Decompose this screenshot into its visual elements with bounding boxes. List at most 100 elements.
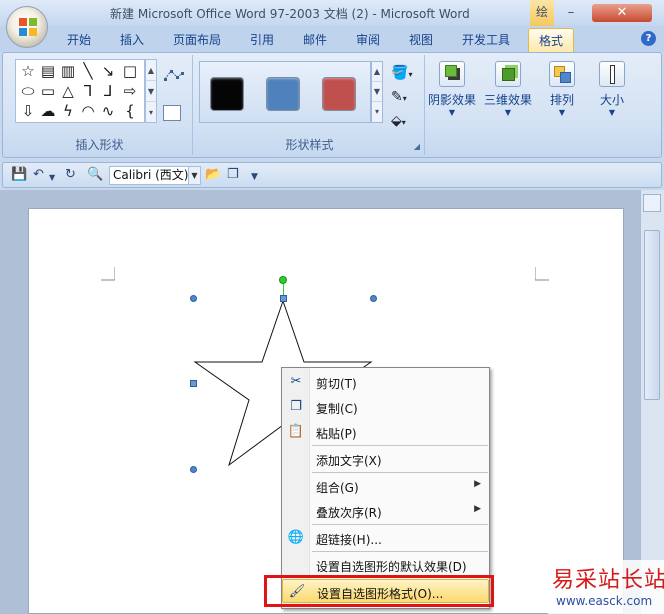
margin-corner-mark	[535, 267, 549, 281]
arrange-button[interactable]: 排列 ▼	[537, 55, 587, 127]
chevron-down-icon[interactable]: ▼	[188, 167, 200, 184]
shapes-gallery: ☆ ▤ ▥ ╲ ↘ □ ⬭ ▭ △ ⅂ ⅃ ⇨ ⇩ ☁ ϟ ◠ ∿ {	[15, 59, 145, 123]
resize-handle[interactable]	[190, 380, 197, 387]
shadow-effects-label: 阴影效果	[427, 93, 476, 107]
ribbon-tab-bar: 开始 插入 页面布局 引用 邮件 审阅 视图 开发工具 格式	[0, 26, 664, 52]
office-button[interactable]	[6, 6, 48, 48]
chevron-down-icon: ▼	[448, 108, 456, 117]
draw-textbox-icon[interactable]	[163, 105, 181, 121]
arrange-all-icon[interactable]: ❐	[227, 167, 239, 183]
style-swatch-black[interactable]	[210, 77, 244, 111]
elbow-connector-shape-icon[interactable]: ⅂	[78, 82, 98, 100]
resize-handle[interactable]	[370, 295, 377, 302]
customize-toolbar-icon[interactable]: ▼	[251, 169, 258, 185]
tab-home[interactable]: 开始	[67, 31, 91, 48]
tab-references[interactable]: 引用	[250, 31, 274, 48]
rotation-handle[interactable]	[279, 276, 287, 284]
triangle-shape-icon[interactable]: △	[58, 82, 78, 100]
window-title: 新建 Microsoft Office Word 97-2003 文档 (2) …	[110, 7, 470, 21]
textbox-shape-icon[interactable]: ▤	[38, 62, 58, 80]
3d-effects-button[interactable]: 三维效果 ▼	[483, 55, 533, 127]
menu-item-copy[interactable]: ❐ 复制(C)	[282, 395, 489, 419]
tab-insert[interactable]: 插入	[120, 31, 144, 48]
arc-shape-icon[interactable]: ◠	[78, 102, 98, 120]
font-name-box[interactable]: Calibri (西文) ▼	[109, 166, 201, 185]
scroll-up-icon[interactable]: ▲	[146, 60, 156, 81]
help-icon[interactable]: ?	[641, 31, 656, 46]
scroll-down-icon[interactable]: ▼	[372, 82, 382, 102]
dialog-launcher-icon[interactable]: ◢	[414, 142, 420, 151]
scrollbar-thumb[interactable]	[644, 230, 660, 400]
resize-handle[interactable]	[190, 466, 197, 473]
vertical-textbox-shape-icon[interactable]: ▥	[58, 62, 78, 80]
arrow-line-shape-icon[interactable]: ↘	[98, 62, 118, 80]
group-insert-shapes: ☆ ▤ ▥ ╲ ↘ □ ⬭ ▭ △ ⅂ ⅃ ⇨ ⇩ ☁ ϟ ◠ ∿ { ▲ ▼ …	[7, 55, 193, 155]
menu-item-set-default[interactable]: 设置自选图形的默认效果(D)	[282, 553, 489, 577]
redo-icon[interactable]: ↻	[65, 167, 76, 183]
watermark-url: www.easck.com	[556, 594, 653, 608]
print-preview-icon[interactable]: 🔍	[87, 167, 103, 183]
change-shape-icon[interactable]: ⬙▾	[391, 111, 423, 131]
undo-icon[interactable]: ↶	[33, 167, 44, 183]
save-icon[interactable]: 💾	[11, 167, 27, 183]
tab-mailings[interactable]: 邮件	[303, 31, 327, 48]
tab-view[interactable]: 视图	[409, 31, 433, 48]
brace-shape-icon[interactable]: {	[120, 102, 140, 120]
shadow-effects-button[interactable]: 阴影效果 ▼	[427, 55, 477, 127]
open-folder-icon[interactable]: 📂	[205, 167, 221, 183]
menu-item-group[interactable]: 组合(G) ▶	[282, 474, 489, 498]
right-arrow-shape-icon[interactable]: ⇨	[120, 82, 140, 100]
tab-page-layout[interactable]: 页面布局	[173, 31, 221, 48]
size-button[interactable]: 大小 ▼	[587, 55, 637, 127]
drawing-tools-header: 绘	[530, 0, 554, 26]
menu-item-add-text[interactable]: 添加文字(X)	[282, 447, 489, 471]
gallery-more-icon[interactable]: ▾	[372, 102, 382, 122]
group-label-shape-styles: 形状样式	[285, 138, 334, 152]
rectangle-shape-icon[interactable]: □	[120, 62, 140, 80]
tab-developer[interactable]: 开发工具	[462, 31, 510, 48]
shape-outline-icon[interactable]: ✎▾	[391, 87, 423, 107]
edit-points-icon[interactable]	[163, 67, 185, 87]
elbow-arrow-shape-icon[interactable]: ⅃	[98, 82, 118, 100]
oval-shape-icon[interactable]: ⬭	[18, 82, 38, 100]
rounded-rect-shape-icon[interactable]: ▭	[38, 82, 58, 100]
gallery-more-icon[interactable]: ▾	[146, 102, 156, 123]
shape-styles-scroller[interactable]: ▲ ▼ ▾	[371, 61, 383, 123]
scroll-down-icon[interactable]: ▼	[146, 81, 156, 102]
line-shape-icon[interactable]: ╲	[78, 62, 98, 80]
style-swatch-blue[interactable]	[266, 77, 300, 111]
ruler-toggle-icon[interactable]	[643, 194, 661, 212]
vertical-scrollbar[interactable]	[640, 190, 664, 614]
office-logo-icon	[19, 18, 37, 36]
style-swatch-red[interactable]	[322, 77, 356, 111]
cloud-shape-icon[interactable]: ☁	[38, 102, 58, 120]
shape-fill-icon[interactable]: 🪣▾	[391, 63, 423, 83]
menu-item-order[interactable]: 叠放次序(R) ▶	[282, 499, 489, 523]
margin-corner-mark	[101, 267, 115, 281]
submenu-arrow-icon: ▶	[474, 479, 481, 489]
star-shape-icon[interactable]: ☆	[18, 62, 38, 80]
scroll-up-icon[interactable]: ▲	[372, 62, 382, 82]
close-button[interactable]: ✕	[592, 4, 652, 22]
arrange-label: 排列	[549, 93, 574, 107]
paste-icon: 📋	[287, 424, 305, 439]
down-arrow-shape-icon[interactable]: ⇩	[18, 102, 38, 120]
3d-effects-label: 三维效果	[483, 93, 532, 107]
resize-handle[interactable]	[190, 295, 197, 302]
lightning-shape-icon[interactable]: ϟ	[58, 102, 78, 120]
menu-item-cut[interactable]: ✂ 剪切(T)	[282, 370, 489, 394]
tab-format[interactable]: 格式	[528, 28, 575, 52]
font-name-value: Calibri (西文)	[113, 168, 189, 182]
menu-item-paste[interactable]: 📋 粘贴(P)	[282, 420, 489, 444]
wave-shape-icon[interactable]: ∿	[98, 102, 118, 120]
context-menu: ✂ 剪切(T) ❐ 复制(C) 📋 粘贴(P) 添加文字(X) 组合(G) ▶ …	[281, 367, 490, 609]
shapes-gallery-scroller[interactable]: ▲ ▼ ▾	[145, 59, 157, 123]
title-bar: 新建 Microsoft Office Word 97-2003 文档 (2) …	[0, 0, 664, 26]
undo-dropdown-icon[interactable]: ▼	[49, 170, 55, 186]
minimize-button[interactable]: –	[558, 4, 584, 22]
tab-review[interactable]: 审阅	[356, 31, 380, 48]
3d-effects-icon	[495, 61, 521, 87]
chevron-down-icon: ▼	[608, 108, 616, 117]
menu-item-hyperlink[interactable]: 🌐 超链接(H)...	[282, 526, 489, 550]
resize-handle[interactable]	[280, 295, 287, 302]
